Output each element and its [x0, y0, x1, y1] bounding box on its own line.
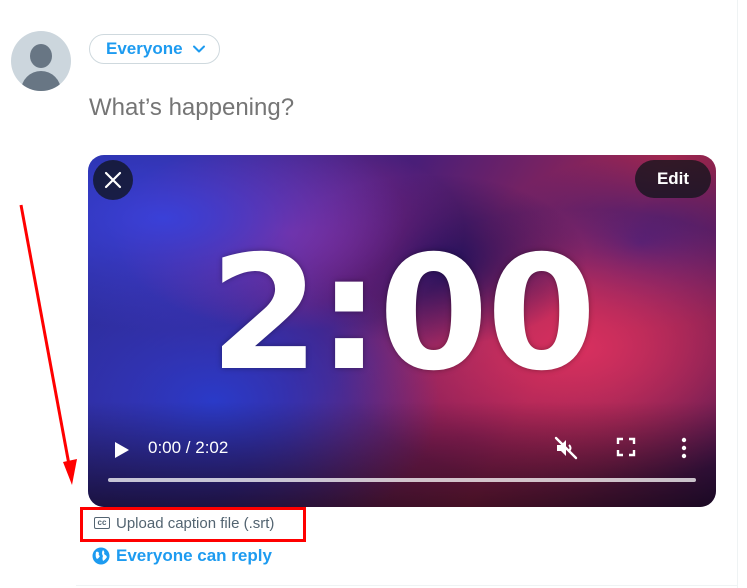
- globe-icon: [92, 547, 110, 565]
- video-attachment[interactable]: 2:00 Edit 0:00 / 2:02: [88, 155, 716, 507]
- chevron-down-icon: [192, 45, 205, 53]
- avatar-body-shape: [21, 71, 61, 91]
- reply-setting-label: Everyone can reply: [116, 546, 272, 565]
- edit-media-button[interactable]: Edit: [635, 160, 711, 198]
- upload-caption-button[interactable]: cc Upload caption file (.srt): [94, 512, 274, 534]
- video-progress-bar[interactable]: [108, 478, 696, 482]
- volume-muted-icon[interactable]: [554, 436, 578, 460]
- compose-text-input[interactable]: [89, 94, 689, 122]
- video-time-display: 0:00 / 2:02: [148, 438, 229, 457]
- avatar-head-shape: [30, 44, 52, 68]
- close-icon: [104, 171, 122, 189]
- audience-label: Everyone: [106, 39, 183, 58]
- composer-divider: [76, 585, 737, 586]
- remove-media-button[interactable]: [93, 160, 133, 200]
- fullscreen-icon[interactable]: [616, 437, 636, 457]
- video-controls: 0:00 / 2:02: [88, 430, 716, 490]
- more-vertical-icon[interactable]: [678, 437, 690, 459]
- reply-setting-button[interactable]: Everyone can reply: [92, 545, 272, 567]
- user-avatar[interactable]: [11, 31, 71, 91]
- column-border: [737, 0, 738, 588]
- upload-caption-label: Upload caption file (.srt): [116, 514, 275, 532]
- closed-caption-icon: cc: [94, 517, 110, 529]
- video-overlay-text: 2:00: [209, 222, 597, 406]
- audience-selector-button[interactable]: Everyone: [89, 34, 220, 64]
- play-icon[interactable]: [110, 439, 132, 461]
